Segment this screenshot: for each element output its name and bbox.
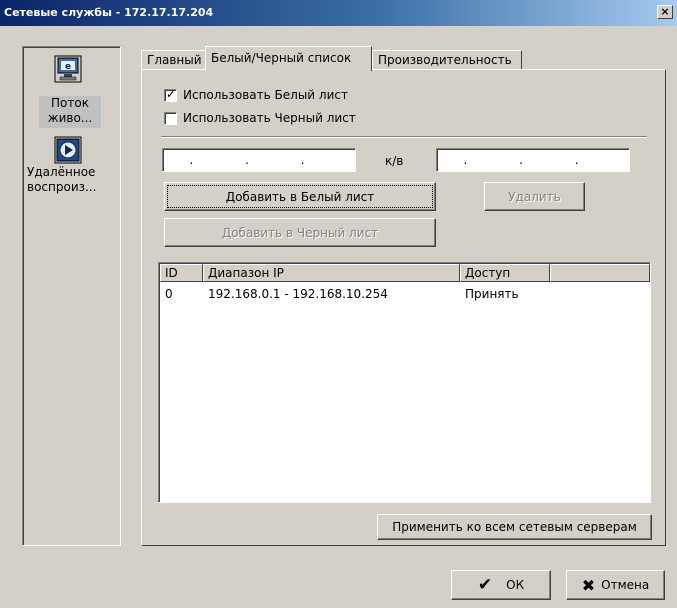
title-bar: Сетевые службы - 172.17.17.204 ×	[0, 0, 677, 26]
ip-to-value: . . .	[463, 153, 603, 167]
use-white-list-checkbox[interactable]: ✓	[164, 86, 177, 102]
sidebar-item-remote-playback-label: Удалённое воспроиз...	[27, 165, 97, 194]
separator	[161, 136, 647, 138]
ok-button[interactable]: ✔ ОК	[451, 570, 551, 600]
use-white-list-checkbox-row[interactable]: ✓ Использовать Белый лист	[164, 87, 348, 103]
tab-main[interactable]: Главный	[141, 50, 207, 70]
column-header-empty[interactable]	[550, 264, 650, 282]
apply-to-all-servers-button[interactable]: Применить ко всем сетевым серверам	[377, 514, 652, 540]
checkmark-icon: ✔	[477, 575, 493, 595]
checkmark-icon: ✓	[166, 86, 177, 101]
monitor-icon: e	[54, 55, 82, 83]
cancel-button[interactable]: ✖ Отмена	[566, 570, 665, 600]
close-button[interactable]: ×	[657, 5, 673, 19]
delete-button[interactable]: Удалить	[484, 182, 585, 211]
range-separator-label: к/в	[385, 154, 404, 168]
ip-from-field[interactable]: . . .	[162, 148, 356, 172]
window-title: Сетевые службы - 172.17.17.204	[4, 6, 214, 19]
sidebar-item-live-stream-label: Поток живо...	[39, 96, 101, 128]
tab-performance[interactable]: Производительность	[372, 50, 522, 70]
svg-text:e: e	[65, 62, 71, 72]
column-header-id[interactable]: ID	[160, 264, 203, 282]
cell-ip-range: 192.168.0.1 - 192.168.10.254	[208, 287, 388, 301]
cancel-label: Отмена	[601, 578, 650, 592]
column-header-access[interactable]: Доступ	[460, 264, 550, 282]
cell-access: Принять	[465, 287, 519, 301]
add-to-black-list-button[interactable]: Добавить в Черный лист	[164, 218, 436, 247]
ip-list-table[interactable]: ID Диапазон IP Доступ 0 192.168.0.1 - 19…	[158, 262, 651, 503]
sidebar-item-remote-playback[interactable]: Удалённое воспроиз...	[25, 133, 117, 213]
use-black-list-checkbox[interactable]	[164, 111, 177, 125]
column-header-ip-range[interactable]: Диапазон IP	[203, 264, 460, 282]
sidebar-item-live-stream[interactable]: e Поток живо...	[25, 49, 117, 129]
add-to-white-list-button[interactable]: Добавить в Белый лист	[164, 182, 436, 211]
table-header: ID Диапазон IP Доступ	[160, 264, 650, 282]
ok-label: ОК	[506, 578, 525, 592]
ip-from-value: . . .	[189, 153, 329, 167]
use-white-list-label: Использовать Белый лист	[183, 88, 348, 102]
service-sidebar: e Поток живо... Удалённое воспроиз...	[22, 46, 121, 546]
cell-id: 0	[165, 287, 173, 301]
tab-white-black-list[interactable]: Белый/Черный список	[205, 46, 372, 71]
use-black-list-checkbox-row[interactable]: Использовать Черный лист	[164, 110, 356, 126]
cross-icon: ✖	[581, 575, 596, 595]
use-black-list-label: Использовать Черный лист	[183, 111, 356, 125]
play-icon	[54, 136, 82, 164]
table-row[interactable]: 0 192.168.0.1 - 192.168.10.254 Принять	[160, 287, 650, 303]
ip-to-field[interactable]: . . .	[436, 148, 630, 172]
